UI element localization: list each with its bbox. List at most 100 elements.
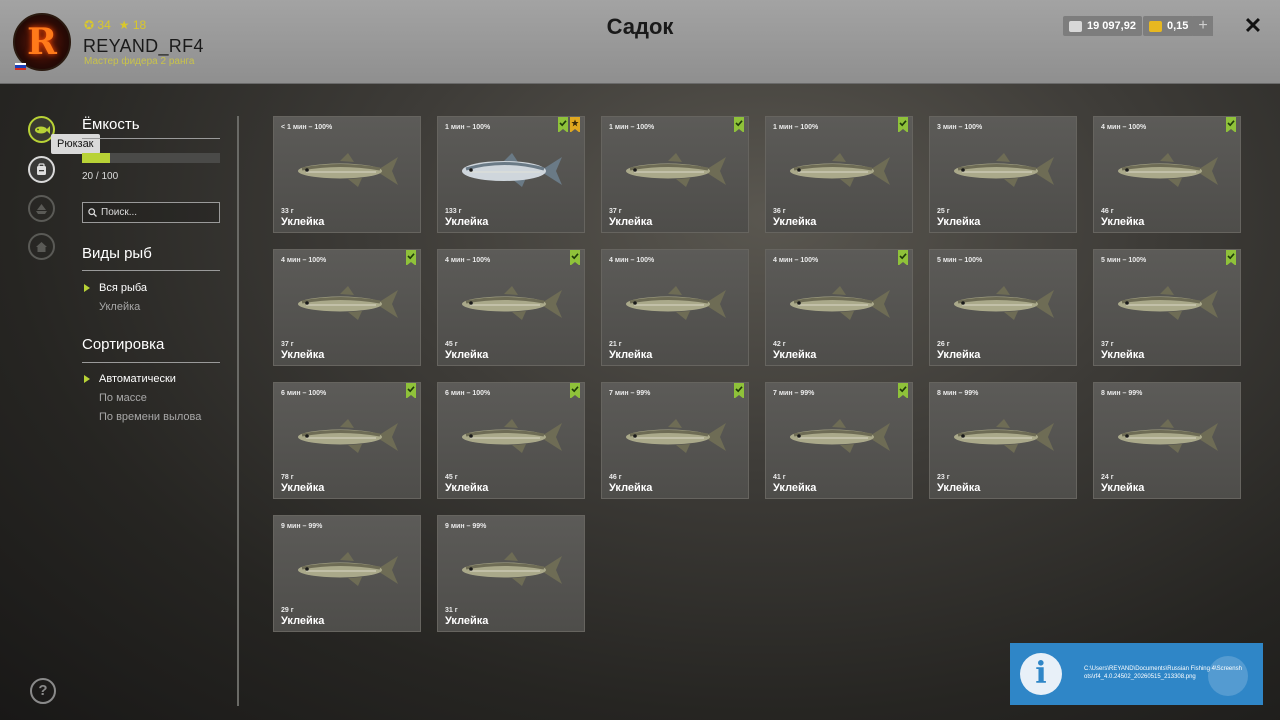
fish-card[interactable]: 1 мин – 100% 133 г Уклейка [437,116,585,233]
species-heading: Виды рыб [82,245,152,262]
catch-time: 5 мин – 100% [1101,257,1147,264]
fish-weight: 37 г [1101,341,1114,348]
fish-card[interactable]: 8 мин – 99% 23 г Уклейка [929,382,1077,499]
check-badge-icon [734,383,744,399]
boat-icon[interactable] [28,195,55,222]
fish-card[interactable]: 5 мин – 100% 37 г Уклейка [1093,249,1241,366]
close-button[interactable]: ✕ [1241,14,1265,38]
fish-name: Уклейка [609,349,653,361]
fish-name: Уклейка [281,615,325,627]
fish-name: Уклейка [609,482,653,494]
fish-card[interactable]: 9 мин – 99% 31 г Уклейка [437,515,585,632]
check-badge-icon [570,383,580,399]
check-badge-icon [1226,250,1236,266]
catch-time: 4 мин – 100% [445,257,491,264]
bleak-fish-icon [1118,286,1218,320]
fish-card[interactable]: 5 мин – 100% 26 г Уклейка [929,249,1077,366]
cursor-highlight [1208,656,1248,696]
bleak-fish-icon [1118,153,1218,187]
sort-option-time[interactable]: По времени вылова [99,411,201,423]
silver-coins-icon [1069,20,1082,32]
fish-card[interactable]: 6 мин – 100% 45 г Уклейка [437,382,585,499]
gold-balance: 0,15 [1143,16,1195,36]
help-button[interactable]: ? [30,678,56,704]
fish-name: Уклейка [445,615,489,627]
fish-card[interactable]: < 1 мин – 100% 33 г Уклейка [273,116,421,233]
fish-weight: 46 г [1101,208,1114,215]
fish-weight: 25 г [937,208,950,215]
bleak-fish-icon [462,153,562,187]
fish-card[interactable]: 4 мин – 100% 46 г Уклейка [1093,116,1241,233]
fish-weight: 42 г [773,341,786,348]
fish-weight: 26 г [937,341,950,348]
fish-weight: 24 г [1101,474,1114,481]
silver-balance: 19 097,92 [1063,16,1142,36]
check-badge-icon [898,117,908,133]
fish-weight: 37 г [281,341,294,348]
bleak-fish-icon [298,419,398,453]
search-input[interactable] [101,207,211,218]
house-icon[interactable] [28,233,55,260]
sort-option-weight[interactable]: По массе [99,392,147,404]
check-badge-icon [898,250,908,266]
bleak-fish-icon [954,419,1054,453]
fish-name: Уклейка [281,216,325,228]
check-badge-icon [1226,117,1236,133]
fish-card[interactable]: 8 мин – 99% 24 г Уклейка [1093,382,1241,499]
species-option-bleak[interactable]: Уклейка [99,301,140,313]
add-gold-button[interactable]: + [1193,16,1213,36]
fish-card[interactable]: 7 мин – 99% 41 г Уклейка [765,382,913,499]
catch-time: 4 мин – 100% [1101,124,1147,131]
fish-card[interactable]: 3 мин – 100% 25 г Уклейка [929,116,1077,233]
bleak-fish-icon [298,153,398,187]
fish-card[interactable]: 9 мин – 99% 29 г Уклейка [273,515,421,632]
catch-time: 9 мин – 99% [281,523,323,530]
check-badge-icon [558,117,568,133]
backpack-icon[interactable] [28,156,55,183]
bleak-fish-icon [954,286,1054,320]
species-option-all[interactable]: Вся рыба [99,282,147,294]
fish-name: Уклейка [937,349,981,361]
bleak-fish-icon [790,286,890,320]
fish-weight: 36 г [773,208,786,215]
player-rank: Мастер фидера 2 ранга [84,56,195,67]
catch-time: 1 мин – 100% [445,124,491,131]
bleak-fish-icon [298,286,398,320]
search-box[interactable] [82,202,220,223]
bleak-fish-icon [790,153,890,187]
fish-name: Уклейка [445,482,489,494]
catch-time: 7 мин – 99% [773,390,815,397]
fish-weight: 31 г [445,607,458,614]
fish-card[interactable]: 4 мин – 100% 37 г Уклейка [273,249,421,366]
fish-card[interactable]: 1 мин – 100% 36 г Уклейка [765,116,913,233]
backpack-tooltip: Рюкзак [51,134,100,154]
selected-arrow-icon [84,284,90,292]
trophy-badge-icon [570,117,580,133]
fish-card[interactable]: 4 мин – 100% 45 г Уклейка [437,249,585,366]
fish-card[interactable]: 6 мин – 100% 78 г Уклейка [273,382,421,499]
fish-card[interactable]: 1 мин – 100% 37 г Уклейка [601,116,749,233]
fish-card[interactable]: 4 мин – 100% 21 г Уклейка [601,249,749,366]
fish-name: Уклейка [1101,482,1145,494]
bleak-fish-icon [462,419,562,453]
top-bar: R ✪ 34 ★ 18 REYAND_RF4 Мастер фидера 2 р… [0,0,1280,84]
fish-card[interactable]: 4 мин – 100% 42 г Уклейка [765,249,913,366]
bleak-fish-icon [954,153,1054,187]
bleak-fish-icon [298,552,398,586]
check-badge-icon [734,117,744,133]
fish-weight: 33 г [281,208,294,215]
catch-time: 4 мин – 100% [773,257,819,264]
fish-card[interactable]: 7 мин – 99% 46 г Уклейка [601,382,749,499]
sort-option-auto[interactable]: Автоматически [99,373,176,385]
capacity-divider [82,138,220,139]
fish-name: Уклейка [1101,216,1145,228]
selected-arrow-icon [84,375,90,383]
catch-time: 7 мин – 99% [609,390,651,397]
capacity-text: 20 / 100 [82,171,119,182]
fish-weight: 37 г [609,208,622,215]
fish-name: Уклейка [937,216,981,228]
screenshot-notification[interactable]: i C:\Users\REYAND\Documents\Russian Fish… [1010,643,1263,705]
gold-coins-icon [1149,20,1162,32]
bleak-fish-icon [1118,419,1218,453]
russia-flag-icon [15,63,26,70]
